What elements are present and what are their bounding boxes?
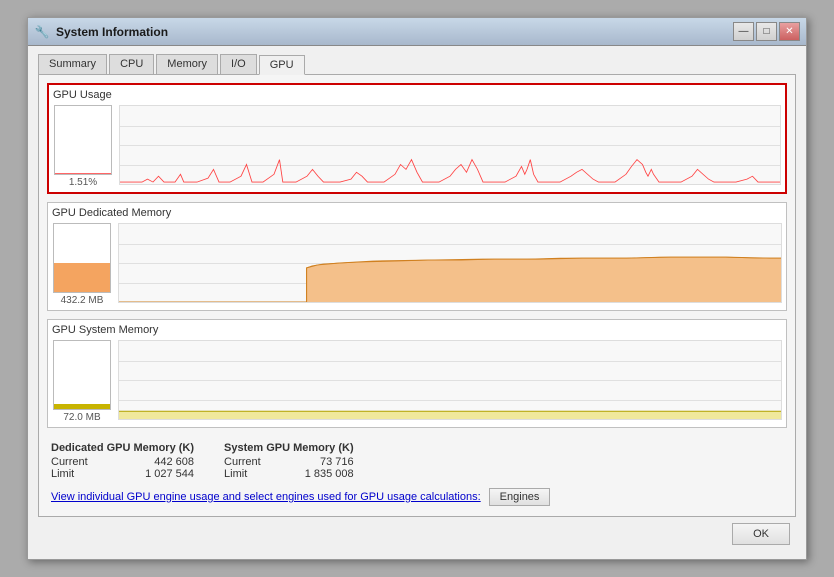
gpu-system-inner: 72.0 MB xyxy=(52,340,782,423)
main-window: 🔧 System Information — □ ✕ Summary CPU M… xyxy=(27,17,807,560)
tab-gpu[interactable]: GPU xyxy=(259,55,305,75)
tab-memory[interactable]: Memory xyxy=(156,54,218,74)
app-icon: 🔧 xyxy=(34,24,50,40)
system-current-label: Current xyxy=(224,456,273,468)
gpu-usage-chart xyxy=(119,105,781,185)
gpu-dedicated-section: GPU Dedicated Memory 432.2 MB xyxy=(47,202,787,311)
gpu-dedicated-gauge: 432.2 MB xyxy=(52,223,112,306)
gpu-usage-gauge: 1.51% xyxy=(53,105,113,188)
dedicated-limit-value: 1 027 544 xyxy=(126,468,194,480)
gpu-system-label: 72.0 MB xyxy=(63,412,100,423)
dedicated-current-value: 442 608 xyxy=(126,456,194,468)
close-button[interactable]: ✕ xyxy=(779,22,800,41)
system-limit-label: Limit xyxy=(224,468,273,480)
tab-io[interactable]: I/O xyxy=(220,54,257,74)
ok-button[interactable]: OK xyxy=(732,523,790,545)
gpu-dedicated-chart xyxy=(118,223,782,303)
gpu-system-gauge: 72.0 MB xyxy=(52,340,112,423)
gpu-chart-svg xyxy=(120,106,780,184)
gpu-system-section: GPU System Memory 72.0 MB xyxy=(47,319,787,428)
gpu-usage-section: GPU Usage 1.51% xyxy=(47,83,787,194)
system-gauge-fill xyxy=(54,404,110,409)
title-controls: — □ ✕ xyxy=(733,22,800,41)
dedicated-chart-svg xyxy=(119,224,781,302)
gpu-usage-inner: 1.51% xyxy=(53,105,781,188)
system-chart-svg xyxy=(119,341,781,419)
stats-row: Dedicated GPU Memory (K) Current 442 608… xyxy=(47,436,787,484)
system-stats-group: System GPU Memory (K) Current 73 716 Lim… xyxy=(224,442,354,480)
gpu-usage-label: 1.51% xyxy=(69,177,97,188)
gpu-dedicated-title: GPU Dedicated Memory xyxy=(52,207,782,219)
tab-summary[interactable]: Summary xyxy=(38,54,107,74)
dedicated-limit-label: Limit xyxy=(51,468,106,480)
content-area: Summary CPU Memory I/O GPU GPU Usage 1.5… xyxy=(28,46,806,559)
gpu-tab-panel: GPU Usage 1.51% xyxy=(38,74,796,517)
dedicated-stats-title: Dedicated GPU Memory (K) xyxy=(51,442,194,454)
title-bar-left: 🔧 System Information xyxy=(34,24,168,40)
system-current-value: 73 716 xyxy=(293,456,354,468)
engines-row: View individual GPU engine usage and sel… xyxy=(47,484,787,508)
gpu-usage-title: GPU Usage xyxy=(53,89,781,101)
gpu-dedicated-inner: 432.2 MB xyxy=(52,223,782,306)
engines-link[interactable]: View individual GPU engine usage and sel… xyxy=(51,491,481,503)
tab-bar: Summary CPU Memory I/O GPU xyxy=(38,54,796,74)
gpu-dedicated-label: 432.2 MB xyxy=(61,295,104,306)
minimize-button[interactable]: — xyxy=(733,22,754,41)
title-bar: 🔧 System Information — □ ✕ xyxy=(28,18,806,46)
maximize-button[interactable]: □ xyxy=(756,22,777,41)
gpu-system-chart xyxy=(118,340,782,420)
dedicated-stats-group: Dedicated GPU Memory (K) Current 442 608… xyxy=(51,442,194,480)
gpu-gauge-box xyxy=(54,105,112,175)
dedicated-gauge-fill xyxy=(54,263,110,292)
tab-cpu[interactable]: CPU xyxy=(109,54,154,74)
system-limit-value: 1 835 008 xyxy=(293,468,354,480)
ok-row: OK xyxy=(38,517,796,549)
gpu-gauge-fill xyxy=(55,173,111,174)
system-stats-title: System GPU Memory (K) xyxy=(224,442,354,454)
engines-button[interactable]: Engines xyxy=(489,488,551,506)
dedicated-gauge-box xyxy=(53,223,111,293)
dedicated-current-label: Current xyxy=(51,456,106,468)
gpu-system-title: GPU System Memory xyxy=(52,324,782,336)
window-title: System Information xyxy=(56,25,168,39)
system-gauge-box xyxy=(53,340,111,410)
